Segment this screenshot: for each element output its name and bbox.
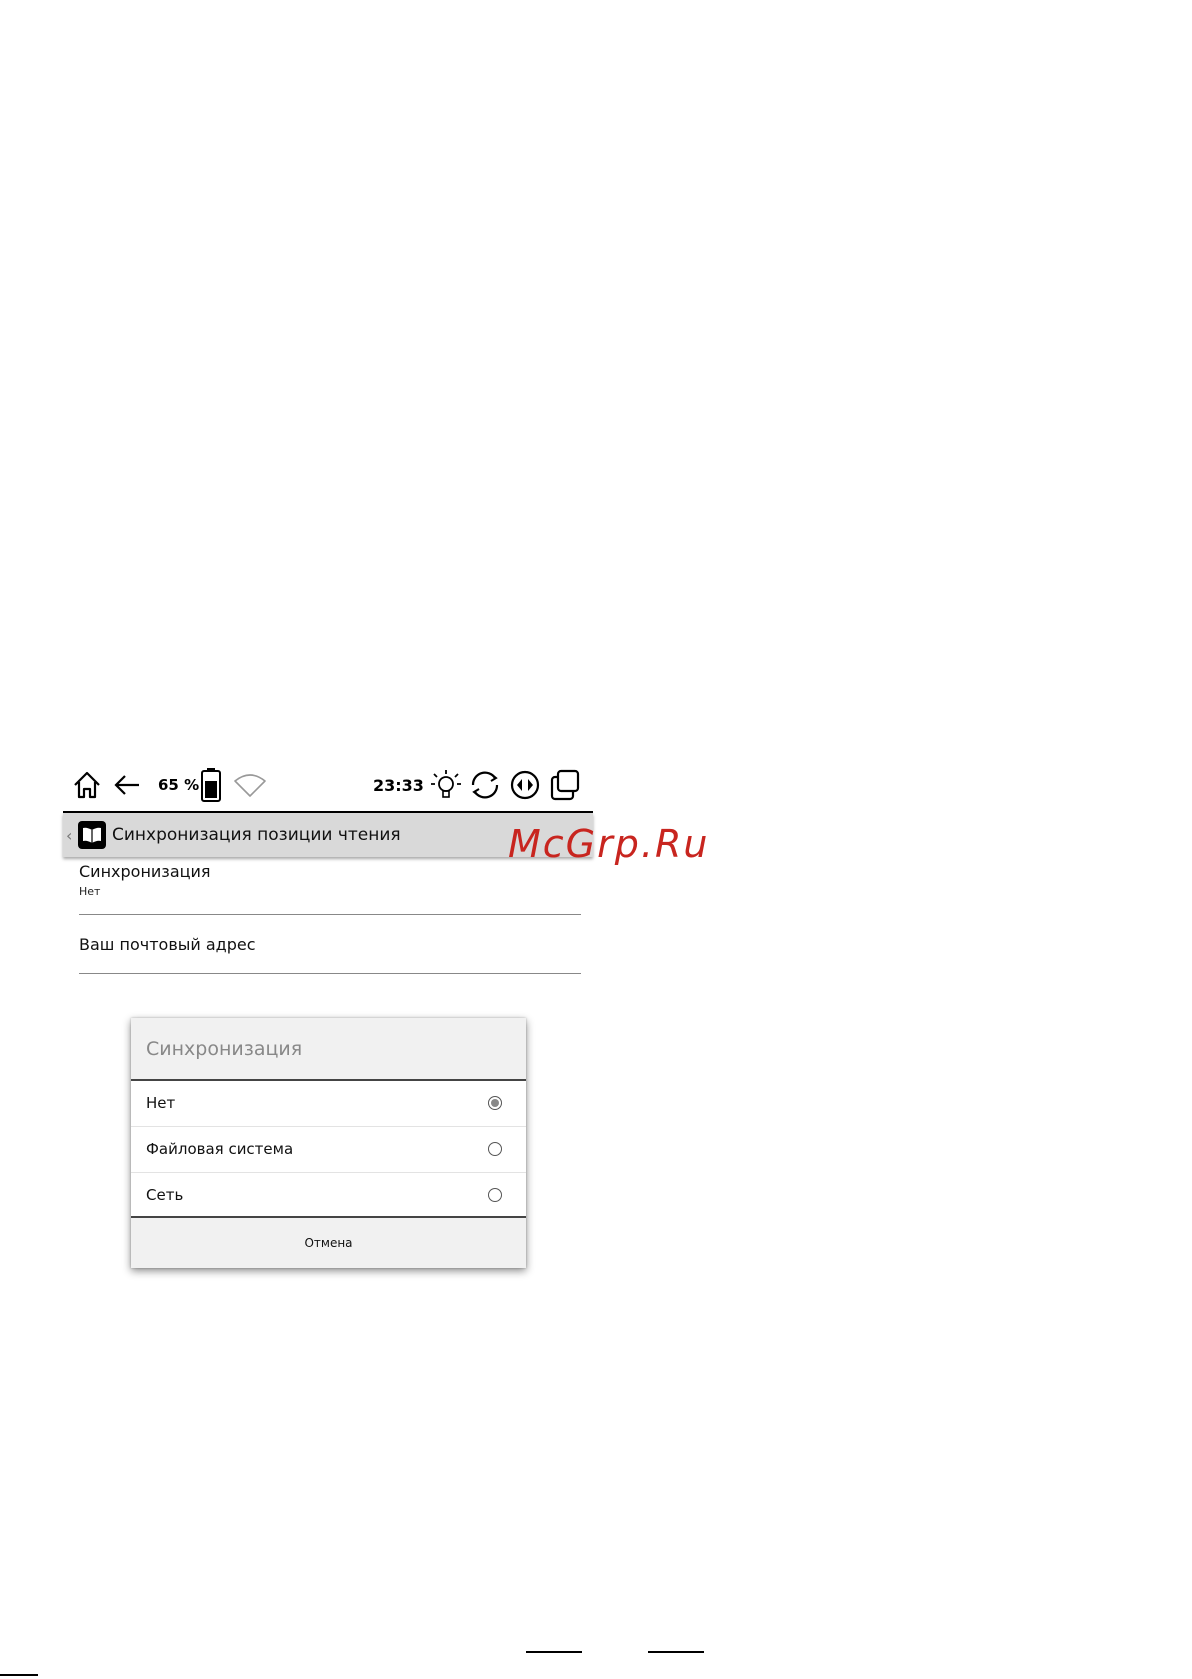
radio-unchecked-icon[interactable] [488, 1188, 502, 1202]
list-divider [79, 914, 581, 915]
footer-rule [648, 1651, 704, 1653]
dialog-option-label: Файловая система [146, 1140, 294, 1158]
battery-icon [200, 760, 222, 810]
back-arrow-icon[interactable] [111, 760, 143, 810]
frontlight-icon[interactable] [430, 760, 462, 810]
dialog-option-filesystem[interactable]: Файловая система [131, 1127, 526, 1173]
dialog-title: Синхронизация [146, 1038, 303, 1060]
list-divider [79, 973, 581, 974]
wifi-icon[interactable] [233, 760, 267, 810]
sync-icon[interactable] [468, 760, 502, 810]
dialog-option-network[interactable]: Сеть [131, 1173, 526, 1218]
page-turn-icon[interactable] [508, 760, 542, 810]
dialog-option-label: Нет [146, 1094, 176, 1112]
setting-email-title: Ваш почтовый адрес [79, 935, 256, 954]
book-icon[interactable] [78, 821, 106, 849]
cancel-button[interactable]: Отмена [131, 1218, 526, 1268]
setting-sync[interactable]: Синхронизация Нет [79, 862, 581, 898]
task-manager-icon[interactable] [548, 760, 582, 810]
clock: 23:33 [373, 775, 424, 795]
footer-rule [0, 1674, 38, 1676]
watermark: McGrp.Ru [508, 822, 710, 866]
dialog-header: Синхронизация [131, 1018, 526, 1081]
dialog-footer: Отмена [131, 1216, 526, 1268]
radio-checked-icon[interactable] [488, 1096, 502, 1110]
battery-percent: 65 % [158, 776, 200, 794]
dialog-option-label: Сеть [146, 1186, 184, 1204]
radio-unchecked-icon[interactable] [488, 1142, 502, 1156]
sync-dialog: Синхронизация Нет Файловая система Сеть … [131, 1018, 526, 1268]
setting-email[interactable]: Ваш почтовый адрес [79, 935, 581, 954]
setting-sync-value: Нет [79, 885, 101, 898]
page-title: Синхронизация позиции чтения [112, 825, 401, 845]
status-bar: 65 % 23:33 [63, 760, 593, 810]
chevron-left-icon[interactable]: ‹ [66, 826, 76, 845]
home-icon[interactable] [71, 760, 103, 810]
setting-sync-title: Синхронизация [79, 862, 211, 881]
dialog-option-none[interactable]: Нет [131, 1081, 526, 1127]
footer-rule [526, 1651, 582, 1653]
